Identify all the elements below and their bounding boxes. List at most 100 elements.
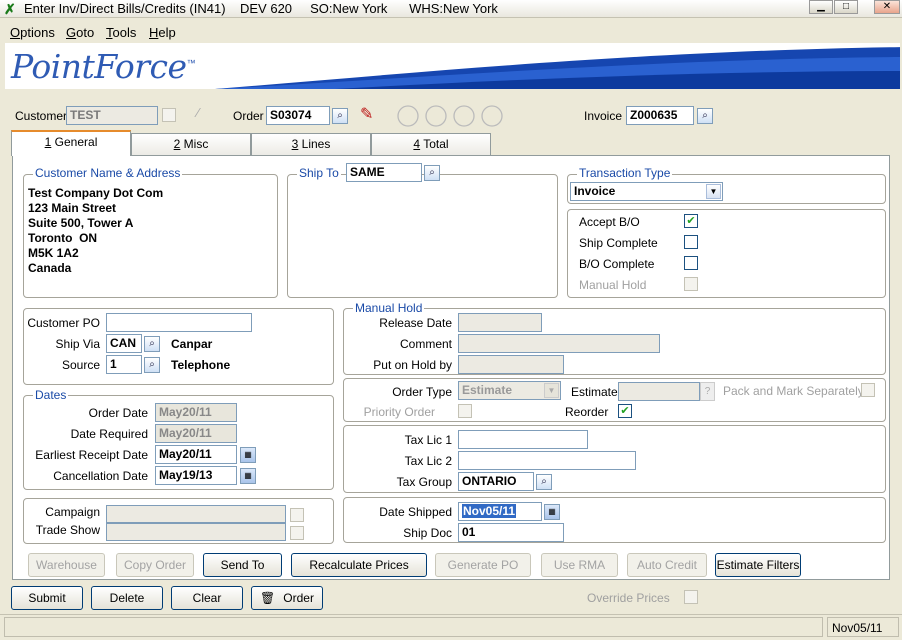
send-to-button[interactable]: Send To <box>203 553 282 577</box>
manual-hold-title: Manual Hold <box>353 301 425 315</box>
menu-bar: Options Goto Tools Help <box>0 22 902 42</box>
ship-via-lookup-icon[interactable]: ⌕ <box>144 336 160 352</box>
earliest-receipt-date-label: Earliest Receipt Date <box>35 448 148 462</box>
source-description: Telephone <box>171 358 231 372</box>
edit-order-icon[interactable]: ✎ <box>360 104 373 124</box>
order-button[interactable]: 🗑 Order <box>251 586 323 610</box>
copy-order-button[interactable]: Copy Order <box>116 553 194 577</box>
tax-group-field[interactable]: ONTARIO <box>458 472 534 491</box>
manual-hold-label: Manual Hold <box>579 278 647 292</box>
ship-via-field[interactable]: CAN <box>106 334 142 353</box>
campaign-checkbox[interactable] <box>290 508 304 522</box>
comment-label: Comment <box>399 337 452 351</box>
calendar-icon[interactable]: ▦ <box>240 468 256 484</box>
tab-general[interactable]: 1 General <box>11 130 131 156</box>
generate-po-button[interactable]: Generate PO <box>435 553 531 577</box>
use-rma-button[interactable]: Use RMA <box>541 553 618 577</box>
customer-checkbox[interactable] <box>162 108 176 122</box>
ship-to-label: Ship To <box>297 166 341 180</box>
date-shipped-label: Date Shipped <box>379 505 452 519</box>
invoice-label: Invoice <box>584 109 623 123</box>
release-date-label: Release Date <box>379 316 452 330</box>
ship-via-label: Ship Via <box>55 337 100 351</box>
close-button[interactable]: ✕ <box>874 0 900 14</box>
source-field[interactable]: 1 <box>106 355 142 374</box>
address-line: Canada <box>28 261 72 275</box>
campaign-field[interactable] <box>106 505 286 523</box>
menu-tools[interactable]: Tools <box>106 25 136 40</box>
tab-total[interactable]: 4 Total <box>371 133 491 155</box>
status-message-pane <box>4 617 823 637</box>
customer-po-label: Customer PO <box>27 316 100 330</box>
priority-order-checkbox[interactable] <box>458 404 472 418</box>
order-lookup-icon[interactable]: ⌕ <box>332 108 348 124</box>
menu-help[interactable]: Help <box>149 25 176 40</box>
ship-complete-label: Ship Complete <box>579 236 658 250</box>
reorder-label: Reorder <box>565 405 609 419</box>
tab-misc[interactable]: 2 Misc <box>131 133 251 155</box>
ship-to-field[interactable]: SAME <box>346 163 422 182</box>
accept-bo-checkbox[interactable]: ✔ <box>684 214 698 228</box>
invoice-lookup-icon[interactable]: ⌕ <box>697 108 713 124</box>
estimate-field[interactable] <box>618 382 700 401</box>
order-date-field[interactable]: May20/11 <box>155 403 237 422</box>
tax-lic1-label: Tax Lic 1 <box>404 433 452 447</box>
tax-group-lookup-icon[interactable]: ⌕ <box>536 474 552 490</box>
estimate-filters-button[interactable]: Estimate Filters <box>715 553 801 577</box>
comment-field[interactable] <box>458 334 660 353</box>
banner-swoosh <box>215 47 900 89</box>
edit-disabled-icon: ⁄ <box>197 105 200 120</box>
chevron-down-icon: ▼ <box>706 184 721 199</box>
brand-banner: PointForce™ <box>5 43 900 89</box>
order-field[interactable]: S03074 <box>266 106 330 125</box>
bo-complete-checkbox[interactable] <box>684 256 698 270</box>
ship-to-lookup-icon[interactable]: ⌕ <box>424 165 440 181</box>
menu-goto[interactable]: Goto <box>66 25 94 40</box>
ship-doc-label: Ship Doc <box>403 526 452 540</box>
pointforce-logo: PointForce™ <box>11 47 196 86</box>
customer-field[interactable]: TEST <box>66 106 158 125</box>
warehouse-button[interactable]: Warehouse <box>28 553 105 577</box>
title-bar: ✗ Enter Inv/Direct Bills/Credits (IN41) … <box>0 0 902 18</box>
earliest-receipt-date-field[interactable]: May20/11 <box>155 445 237 464</box>
override-prices-checkbox[interactable] <box>684 590 698 604</box>
transaction-type-select[interactable]: Invoice ▼ <box>570 182 723 201</box>
order-type-select[interactable]: Estimate ▼ <box>458 381 561 400</box>
pack-mark-separately-label: Pack and Mark Separately <box>723 384 864 398</box>
cancellation-date-field[interactable]: May19/13 <box>155 466 237 485</box>
tax-lic2-label: Tax Lic 2 <box>404 454 452 468</box>
trade-show-field[interactable] <box>106 523 286 541</box>
date-shipped-field[interactable]: Nov05/11 <box>458 502 542 521</box>
submit-button[interactable]: Submit <box>11 586 83 610</box>
release-date-field[interactable] <box>458 313 542 332</box>
ship-via-description: Canpar <box>171 337 213 351</box>
tax-lic2-field[interactable] <box>458 451 636 470</box>
invoice-field[interactable]: Z000635 <box>626 106 694 125</box>
manual-hold-checkbox[interactable] <box>684 277 698 291</box>
status-date: Nov05/11 <box>827 617 899 637</box>
calendar-icon[interactable]: ▦ <box>240 447 256 463</box>
menu-options[interactable]: Options <box>10 25 55 40</box>
ship-to-group <box>287 174 558 298</box>
app-icon: ✗ <box>4 1 16 17</box>
help-icon[interactable]: ? <box>700 382 715 401</box>
delete-button[interactable]: Delete <box>91 586 163 610</box>
ship-doc-field[interactable]: 01 <box>458 523 564 542</box>
put-on-hold-field[interactable] <box>458 355 564 374</box>
maximize-button[interactable]: □ <box>834 0 858 14</box>
auto-credit-button[interactable]: Auto Credit <box>627 553 707 577</box>
source-lookup-icon[interactable]: ⌕ <box>144 357 160 373</box>
pack-mark-separately-checkbox[interactable] <box>861 383 875 397</box>
calendar-icon[interactable]: ▦ <box>544 504 560 520</box>
ship-complete-checkbox[interactable] <box>684 235 698 249</box>
date-required-field[interactable]: May20/11 <box>155 424 237 443</box>
tax-lic1-field[interactable] <box>458 430 588 449</box>
trade-show-checkbox[interactable] <box>290 526 304 540</box>
tab-lines[interactable]: 3 Lines <box>251 133 371 155</box>
customer-po-field[interactable] <box>106 313 252 332</box>
status-bar: Nov05/11 <box>0 614 902 640</box>
reorder-checkbox[interactable]: ✔ <box>618 404 632 418</box>
minimize-button[interactable]: ▁ <box>809 0 833 14</box>
recalculate-prices-button[interactable]: Recalculate Prices <box>291 553 427 577</box>
clear-button[interactable]: Clear <box>171 586 243 610</box>
